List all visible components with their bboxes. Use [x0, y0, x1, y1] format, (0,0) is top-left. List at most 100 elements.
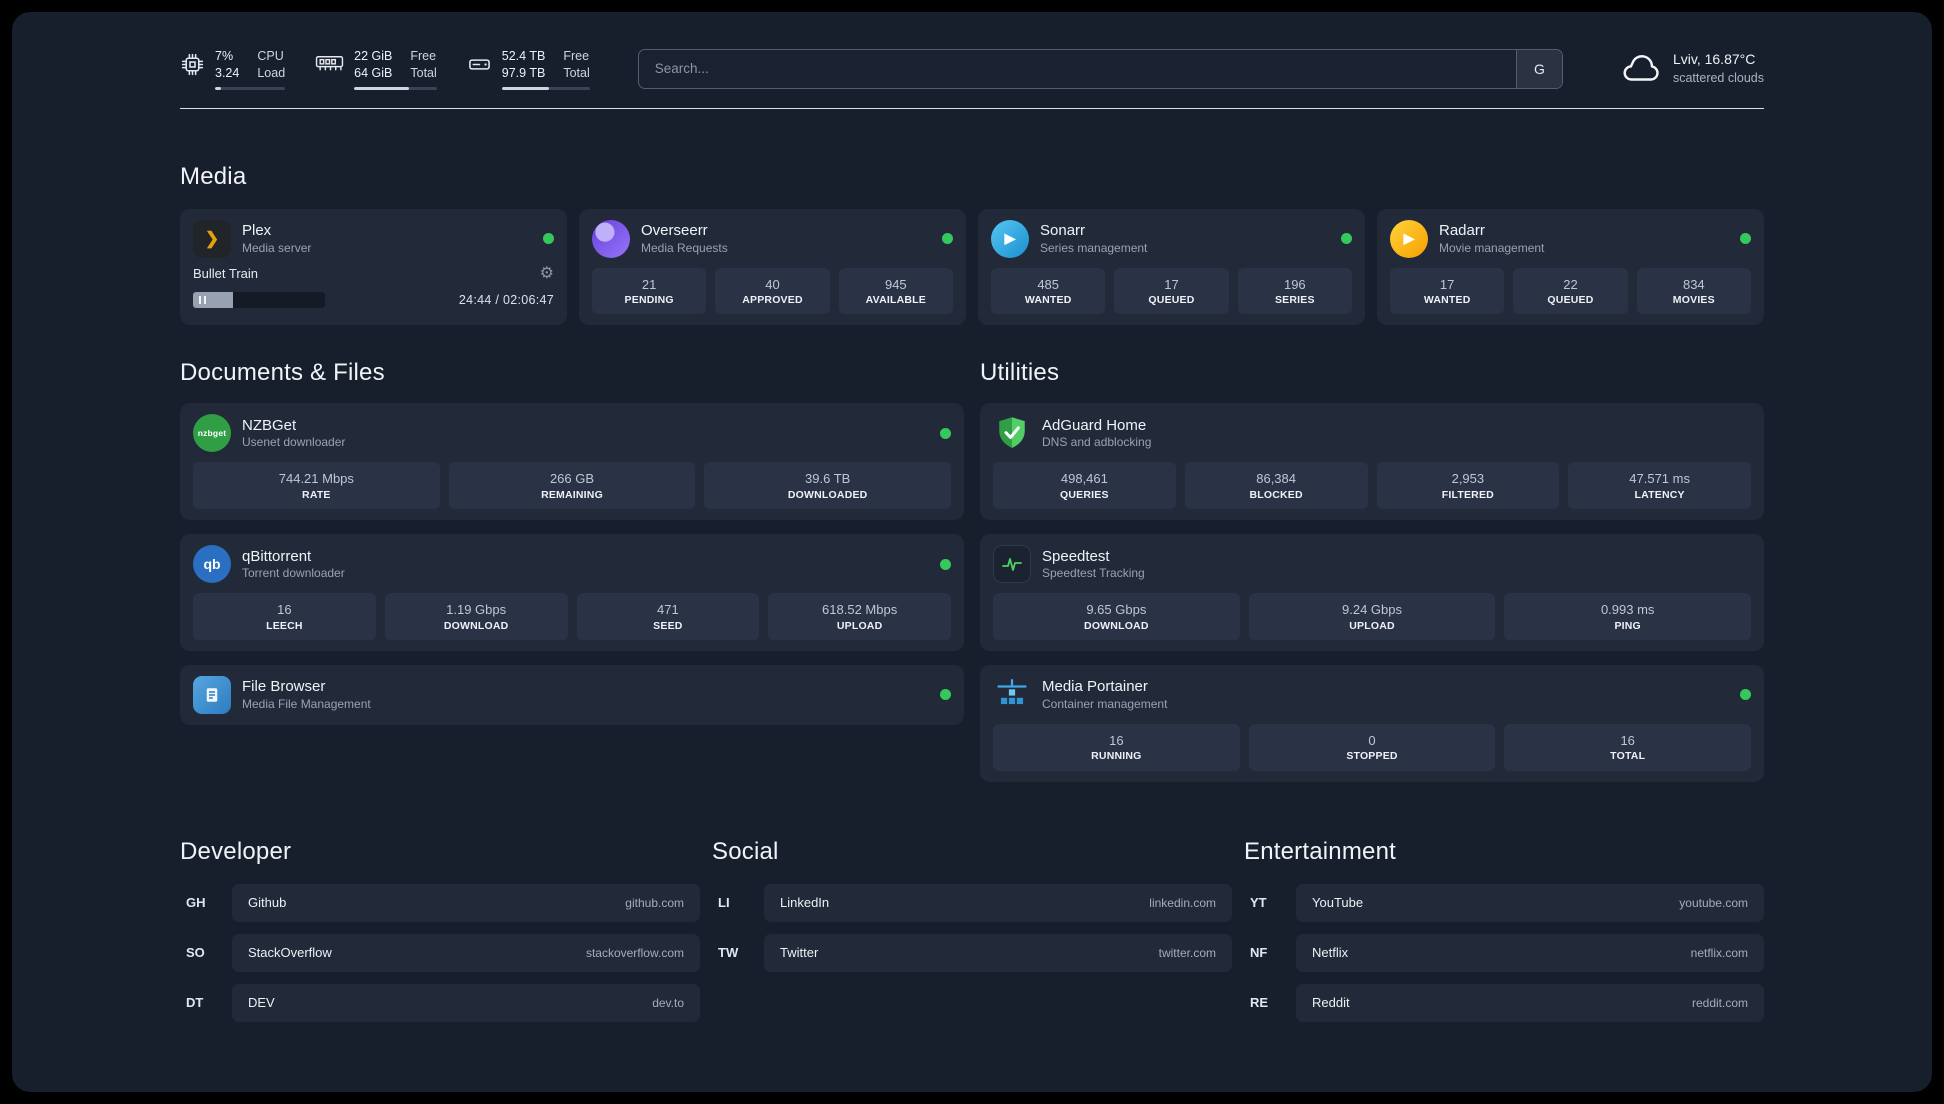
stat-box: 266 GB REMAINING [448, 462, 696, 510]
plex-card[interactable]: ❯ Plex Media server Bullet Train ⚙ 24:44… [180, 208, 567, 326]
nzbget-card[interactable]: nzbget NZBGet Usenet downloader 744.21 M… [180, 403, 964, 521]
system-stats-group: 7% 3.24 CPU Load 22 GiB 64 GiB Free Tota… [180, 48, 590, 90]
ram-label-bottom: Total [410, 65, 437, 80]
bookmark-abbr: YT [1250, 895, 1267, 911]
ram-free-value: 22 GiB [354, 49, 393, 63]
filebrowser-card[interactable]: File Browser Media File Management [180, 664, 964, 725]
stat-box: 1.19 Gbps DOWNLOAD [384, 593, 568, 640]
section-developer: Developer GH Github github.com SO StackOverf… [180, 838, 700, 1022]
bookmark-link[interactable]: DEV dev.to [232, 983, 700, 1022]
section-social: Social LI LinkedIn linkedin.com TW Twitter tw… [712, 838, 1232, 972]
bookmark-link[interactable]: Twitter twitter.com [764, 933, 1232, 972]
disk-icon [468, 59, 490, 70]
sonarr-card[interactable]: ▶ Sonarr Series management 485 WANTED 17 QU… [978, 208, 1365, 326]
stat-value: 498,461 [1060, 471, 1108, 487]
status-dot [1740, 233, 1751, 245]
bookmark-abbr: NF [1250, 945, 1268, 961]
status-dot [940, 558, 951, 570]
filebrowser-icon [193, 675, 231, 714]
radarr-card[interactable]: ▶ Radarr Movie management 17 WANTED 22 QUEU… [1377, 208, 1764, 326]
bookmark-url: github.com [625, 895, 684, 910]
stat-value: 16 [1620, 732, 1635, 748]
adguard-icon [993, 414, 1031, 452]
stat-label: TOTAL [1610, 750, 1646, 763]
stat-box: 17 WANTED [1390, 267, 1505, 315]
stat-value: 86,384 [1256, 471, 1296, 487]
stat-label: RATE [302, 489, 331, 502]
bookmark-link[interactable]: Reddit reddit.com [1296, 983, 1764, 1022]
speedtest-icon [993, 545, 1031, 584]
stat-value: 2,953 [1451, 471, 1485, 487]
app-name: NZBGet [242, 416, 297, 434]
radarr-icon: ▶ [1390, 219, 1428, 258]
app-subtitle: Media File Management [242, 696, 371, 711]
stat-box: 16 TOTAL [1504, 723, 1752, 771]
stat-box: 16 LEECH [193, 593, 376, 640]
dashboard-panel: 7% 3.24 CPU Load 22 GiB 64 GiB Free Tota… [12, 12, 1932, 1092]
status-dot [940, 689, 951, 701]
status-dot [940, 427, 951, 439]
bookmark-url: reddit.com [1691, 995, 1748, 1010]
stat-value: 22 [1563, 276, 1578, 292]
stat-label: STOPPED [1346, 750, 1398, 763]
bookmark-url: twitter.com [1158, 945, 1216, 960]
section-title-social: Social [712, 837, 779, 865]
stat-label: QUEUED [1148, 294, 1195, 307]
cpu-label-top: CPU [257, 49, 284, 63]
weather-widget: Lviv, 16.87°C scattered clouds [1619, 50, 1764, 87]
bookmark-name: Netflix [1312, 945, 1349, 961]
section-entertainment: Entertainment YT YouTube youtube.com NF Netf… [1244, 838, 1764, 1022]
bookmark-link[interactable]: StackOverflow stackoverflow.com [232, 933, 700, 972]
overseerr-icon [592, 219, 630, 258]
bookmark-abbr: SO [186, 945, 205, 961]
bookmark-link[interactable]: LinkedIn linkedin.com [764, 883, 1232, 922]
playback-progress-bar[interactable] [193, 291, 325, 308]
stat-value: 17 [1164, 276, 1179, 292]
search-input[interactable] [638, 49, 1516, 88]
app-subtitle: Series management [1040, 240, 1148, 255]
stat-box: 21 PENDING [592, 267, 707, 315]
stat-label: BLOCKED [1249, 489, 1303, 502]
stat-box: 744.21 Mbps RATE [193, 462, 440, 510]
pause-icon[interactable] [199, 295, 206, 304]
speedtest-card[interactable]: Speedtest Speedtest Tracking 9.65 Gbps DO… [980, 534, 1764, 651]
disk-label-bottom: Total [563, 65, 590, 80]
weather-location: Lviv, 16.87°C [1672, 51, 1756, 68]
qbittorrent-card[interactable]: qb qBittorrent Torrent downloader 16 LEEC… [180, 534, 964, 651]
overseerr-card[interactable]: Overseerr Media Requests 21 PENDING 40 APPR… [579, 208, 966, 326]
bookmark-link[interactable]: Github github.com [232, 883, 700, 922]
stat-box: 0 STOPPED [1248, 723, 1496, 771]
bookmark-url: linkedin.com [1149, 895, 1216, 910]
bookmark-url: youtube.com [1679, 895, 1748, 910]
bookmark-abbr: TW [718, 945, 739, 961]
bookmark-abbr: DT [186, 995, 204, 1011]
bookmark-url: dev.to [652, 995, 684, 1010]
bookmark-name: StackOverflow [248, 945, 332, 961]
status-dot [1341, 233, 1352, 245]
app-name: Radarr [1439, 222, 1485, 240]
stat-value: 0 [1368, 732, 1376, 748]
stat-value: 0.993 ms [1600, 602, 1655, 618]
bookmark-row: LI LinkedIn linkedin.com [712, 883, 1232, 922]
app-subtitle: Speedtest Tracking [1042, 566, 1145, 581]
portainer-card[interactable]: Media Portainer Container management 16 R… [980, 664, 1764, 782]
stat-value: 471 [657, 602, 679, 618]
stat-box: 17 QUEUED [1114, 267, 1229, 315]
cloud-icon [1623, 54, 1659, 81]
bookmark-name: YouTube [1312, 895, 1364, 911]
stat-value: 618.52 Mbps [822, 602, 898, 618]
stat-label: MOVIES [1672, 294, 1715, 307]
app-name: Sonarr [1040, 222, 1086, 240]
app-subtitle: Media server [242, 240, 312, 255]
search-engine-button[interactable]: G [1515, 49, 1562, 88]
stat-label: DOWNLOAD [443, 619, 509, 632]
bookmark-link[interactable]: YouTube youtube.com [1296, 883, 1764, 922]
app-subtitle: Usenet downloader [242, 435, 346, 450]
stat-box: 498,461 QUERIES [993, 462, 1176, 510]
sonarr-icon: ▶ [991, 219, 1029, 258]
gear-icon[interactable]: ⚙ [540, 265, 554, 282]
playback-time: 24:44 / 02:06:47 [458, 292, 554, 307]
adguard-card[interactable]: AdGuard Home DNS and adblocking 498,461 Q… [980, 403, 1764, 521]
bookmark-link[interactable]: Netflix netflix.com [1296, 933, 1764, 972]
stat-box: 485 WANTED [991, 267, 1106, 315]
